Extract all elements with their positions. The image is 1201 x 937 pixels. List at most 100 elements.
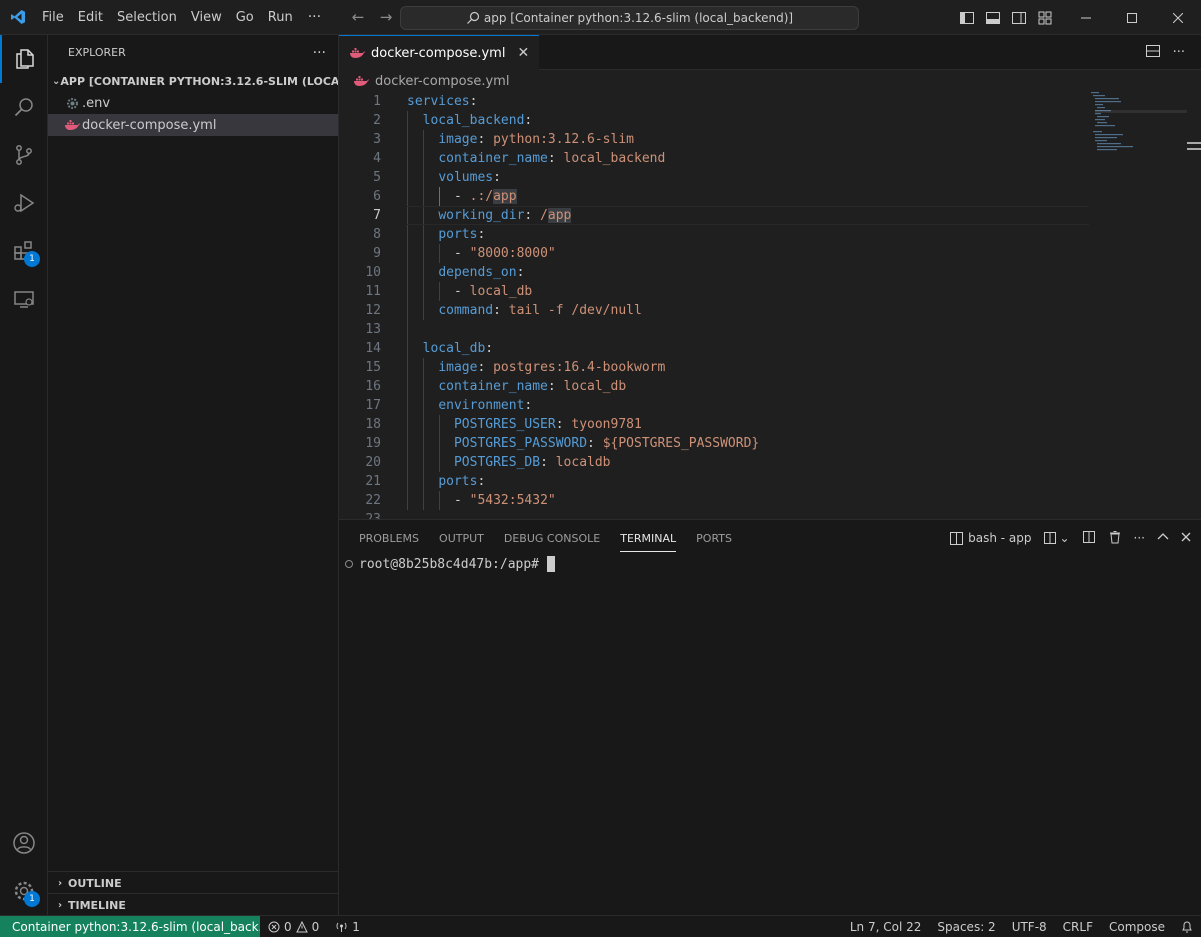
menu-go[interactable]: Go [229,0,261,35]
new-terminal-dropdown[interactable]: ⌄ [1043,531,1070,545]
tab-problems[interactable]: PROBLEMS [349,520,429,556]
code-line: 1 services: [373,94,478,109]
code-line: 10 depends_on: [365,263,525,282]
code-line: 18 POSTGRES_USER: tyoon9781 [365,415,642,434]
docker-icon [62,119,82,131]
warning-count: 0 [311,919,320,934]
terminal-selector[interactable]: bash - app [950,531,1031,545]
explorer-icon[interactable] [0,35,48,83]
code-line: 20 POSTGRES_DB: localdb [365,453,611,472]
language-mode[interactable]: Compose [1101,920,1173,934]
folder-header[interactable]: ⌄ APP [CONTAINER PYTHON:3.12.6-SLIM (LOC… [48,70,338,92]
code-line: 2 local_backend: [373,111,533,130]
extensions-icon[interactable]: 1 [0,227,48,275]
tab-docker-compose[interactable]: docker-compose.yml ✕ [339,35,540,70]
file-item-docker-compose[interactable]: docker-compose.yml [48,114,338,136]
tab-output[interactable]: OUTPUT [429,520,494,556]
code-line: 14 local_db: [365,339,494,358]
forwarded-ports-indicator[interactable]: 1 [327,920,368,934]
bottom-panel: PROBLEMS OUTPUT DEBUG CONSOLE TERMINAL P… [339,519,1201,915]
accounts-icon[interactable] [0,819,48,867]
code-line: 11 - local_db [365,282,533,301]
toggle-panel-icon[interactable] [984,9,1002,27]
source-control-icon[interactable] [0,131,48,179]
remote-indicator[interactable]: Container python:3.12.6-slim (local_back… [0,915,260,937]
close-window-icon[interactable] [1155,0,1201,35]
broadcast-icon [336,922,347,932]
code-line: 19 POSTGRES_PASSWORD: ${POSTGRES_PASSWOR… [365,434,760,453]
command-center-label: app [Container python:3.12.6-slim (local… [483,11,794,25]
menu-bar: File Edit Selection View Go Run ··· [35,0,329,35]
indentation[interactable]: Spaces: 2 [929,920,1003,934]
code-line: 12 command: tail -f /dev/null [365,301,642,320]
accounts-badge: 1 [24,891,40,907]
toggle-primary-sidebar-icon[interactable] [958,9,976,27]
timeline-section[interactable]: › TIMELINE [48,893,339,916]
docker-icon [350,48,365,58]
file-item-env[interactable]: .env [48,92,338,114]
close-tab-icon[interactable]: ✕ [517,45,529,61]
terminal-name: bash - app [968,531,1032,545]
warning-icon [295,920,308,932]
outline-section[interactable]: › OUTLINE [48,871,339,894]
error-icon [268,921,280,932]
command-center[interactable]: app [Container python:3.12.6-slim (local… [400,6,859,30]
run-and-debug-icon[interactable] [0,179,48,227]
close-panel-icon[interactable] [1181,531,1191,545]
terminal-output[interactable]: root@8b25b8c4d47b:/app# [345,556,556,572]
code-line: 9 - "8000:8000" [373,244,556,263]
back-arrow-icon[interactable]: ← [347,8,369,26]
encoding[interactable]: UTF-8 [1004,920,1055,934]
menu-view[interactable]: View [184,0,229,35]
tab-terminal[interactable]: TERMINAL [610,520,686,556]
folder-name: APP [CONTAINER PYTHON:3.12.6-SLIM (LOCAL… [60,74,338,88]
timeline-title: TIMELINE [68,898,126,912]
trash-icon[interactable] [1108,530,1122,547]
chevron-down-icon: ⌄ [1059,531,1070,545]
outline-title: OUTLINE [68,876,122,890]
error-count: 0 [284,919,292,934]
panel-more-button[interactable]: ··· [1134,531,1145,545]
editor-area: docker-compose.yml ✕ ··· docker-compose.… [339,35,1201,519]
code-line: 4 container_name: local_backend [373,149,666,168]
menu-file[interactable]: File [35,0,71,35]
split-editor-icon[interactable] [1145,43,1161,63]
cursor-position[interactable]: Ln 7, Col 22 [842,920,930,934]
explorer-more-button[interactable]: ··· [313,45,326,61]
code-line: 8 ports: [373,225,486,244]
code-line: 21 ports: [365,472,486,491]
tab-ports[interactable]: PORTS [686,520,742,556]
code-line: 15 image: postgres:16.4-bookworm [365,358,666,377]
search-view-icon[interactable] [0,83,48,131]
code-line: 23 [339,510,1089,519]
tab-debug-console[interactable]: DEBUG CONSOLE [494,520,610,556]
maximize-panel-icon[interactable] [1157,531,1169,546]
scrollbar[interactable] [1187,142,1201,150]
problems-indicator[interactable]: 0 0 [260,920,327,934]
editor-more-button[interactable]: ··· [1173,45,1185,60]
code-editor[interactable]: 1 services: 2 local_backend: 3 image: pyt… [339,92,1089,519]
explorer-sidebar: EXPLORER ··· ⌄ APP [CONTAINER PYTHON:3.1… [48,35,339,915]
maximize-icon[interactable] [1109,0,1155,35]
toggle-secondary-sidebar-icon[interactable] [1010,9,1028,27]
menu-more-button[interactable]: ··· [300,9,329,25]
vscode-logo-icon [0,0,35,35]
minimize-icon[interactable] [1063,0,1109,35]
line-ending[interactable]: CRLF [1055,920,1101,934]
menu-run[interactable]: Run [261,0,300,35]
forward-arrow-icon[interactable]: → [375,8,397,26]
code-line: 17 environment: [365,396,533,415]
command-decoration-icon [345,560,353,568]
code-line: 5 volumes: [373,168,501,187]
code-line: 6 - .:/app [373,187,517,206]
customize-layout-icon[interactable] [1036,9,1054,27]
manage-gear-icon[interactable]: 1 [0,867,48,915]
minimap[interactable] [1091,92,1187,152]
breadcrumb-file[interactable]: docker-compose.yml [375,74,509,89]
remote-explorer-icon[interactable] [0,275,48,323]
notifications-bell-icon[interactable] [1173,920,1201,933]
split-panel-icon[interactable] [1082,530,1096,547]
menu-selection[interactable]: Selection [110,0,184,35]
menu-edit[interactable]: Edit [71,0,110,35]
code-line-current: 7 working_dir: /app [339,206,1089,225]
